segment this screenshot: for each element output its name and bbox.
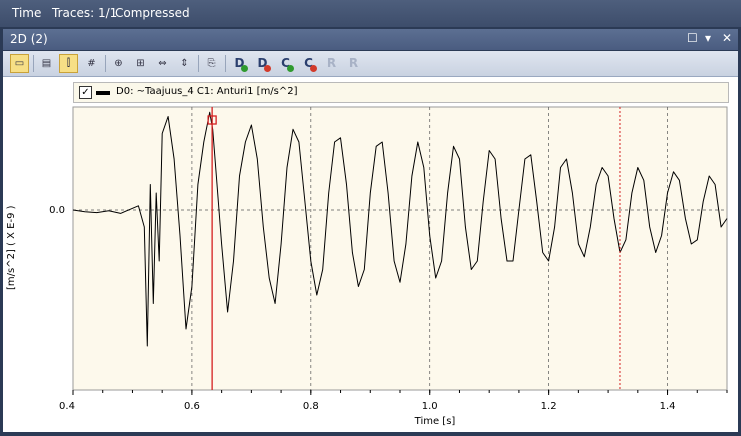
y-tick-label: 0.0 bbox=[49, 205, 65, 216]
y-axis-label: [m/s^2] ( X E-9 ) bbox=[6, 205, 17, 290]
chart[interactable]: 0.4 0.6 0.8 1.0 1.2 1.4 0.0 Time [s] bbox=[0, 0, 741, 436]
plot-background bbox=[72, 106, 728, 391]
x-tick-label: 0.4 bbox=[59, 401, 75, 412]
x-tick-label: 1.0 bbox=[422, 401, 438, 412]
x-axis-label: Time [s] bbox=[414, 416, 456, 427]
x-tick-label: 1.2 bbox=[541, 401, 557, 412]
x-tick-label: 1.4 bbox=[660, 401, 676, 412]
x-tick-label: 0.8 bbox=[303, 401, 319, 412]
x-tick-label: 0.6 bbox=[184, 401, 200, 412]
x-axis-ticks: 0.4 0.6 0.8 1.0 1.2 1.4 bbox=[59, 390, 728, 412]
